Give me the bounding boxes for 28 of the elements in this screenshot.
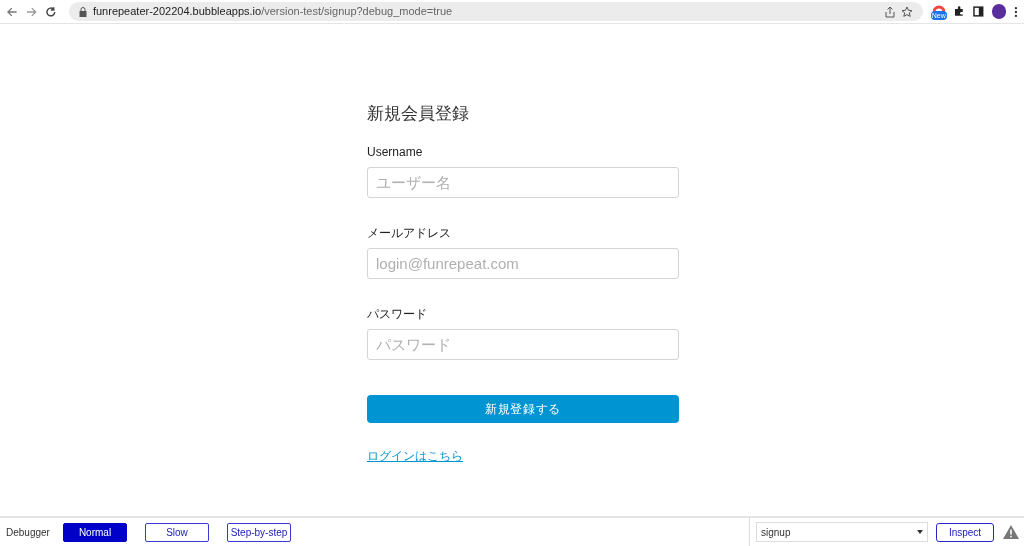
url-text: funrepeater-202204.bubbleapps.io/version-test/signup?debug_mode=true <box>92 4 453 20</box>
menu-icon[interactable] <box>1014 5 1019 18</box>
input-field[interactable]: login@funrepeat.com <box>367 248 679 279</box>
puzzle-icon[interactable] <box>954 6 965 17</box>
page-dropdown[interactable]: signup <box>756 522 928 542</box>
form-title: 新規会員登録 <box>367 103 470 125</box>
debug-mode-button[interactable]: Normal <box>63 522 127 542</box>
field-label: Username <box>367 145 424 160</box>
field-label: メールアドレス <box>367 226 452 241</box>
warning-icon <box>1002 524 1020 540</box>
login-link[interactable]: ログインはこちら <box>367 449 463 463</box>
forward-icon[interactable] <box>25 5 38 18</box>
avatar-icon[interactable] <box>991 4 1007 19</box>
input-field[interactable]: ユーザー名 <box>367 167 679 198</box>
side-panel-icon[interactable] <box>972 6 984 17</box>
inspect-button[interactable]: Inspect <box>936 522 994 542</box>
address-bar[interactable]: funrepeater-202204.bubbleapps.io/version-test/signup?debug_mode=true <box>68 2 923 21</box>
dropdown-caret-icon <box>917 530 923 534</box>
debug-mode-button[interactable]: Slow <box>145 522 209 542</box>
star-icon[interactable] <box>900 5 913 18</box>
field-label: パスワード <box>367 307 428 322</box>
debug-mode-button[interactable]: Step-by-step <box>227 522 291 542</box>
debugger-label: Debugger <box>6 525 51 540</box>
lock-icon <box>78 6 87 17</box>
input-field[interactable]: パスワード <box>367 329 679 360</box>
share-icon[interactable] <box>884 5 895 18</box>
reload-icon[interactable] <box>45 5 57 18</box>
back-icon[interactable] <box>6 5 18 18</box>
